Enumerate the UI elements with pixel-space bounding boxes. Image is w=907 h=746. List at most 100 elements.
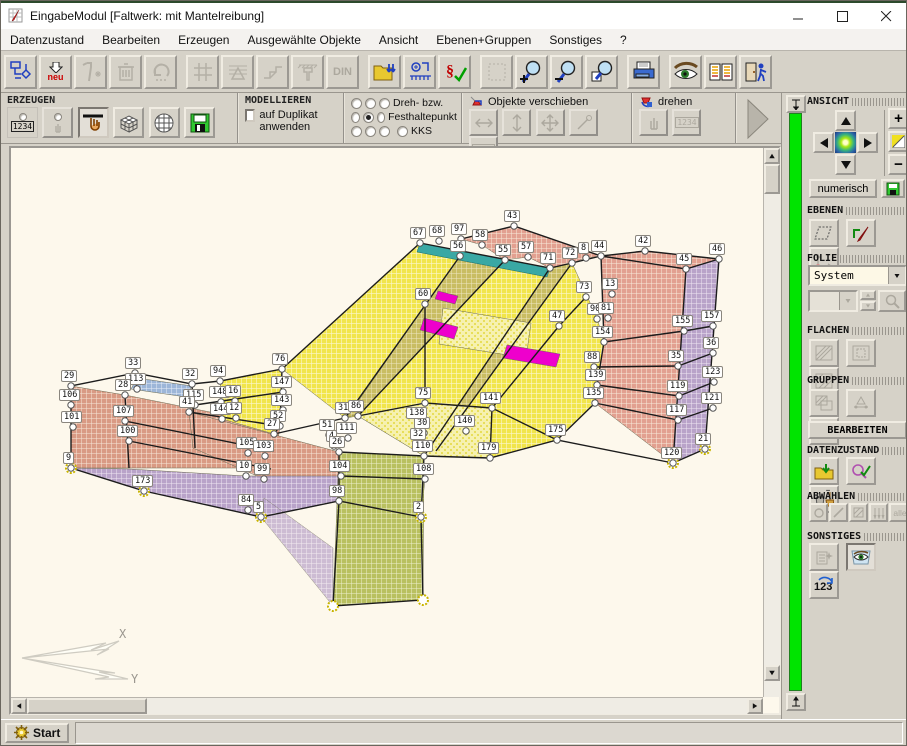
model-node[interactable] (122, 418, 128, 424)
move-vector-button[interactable] (569, 109, 598, 136)
deselect-all-button[interactable]: alle (889, 503, 907, 522)
menu-datenzustand[interactable]: Datenzustand (1, 31, 93, 49)
edit-plane-button[interactable] (846, 219, 876, 247)
check-data-button[interactable] (846, 457, 876, 485)
model-node[interactable] (716, 256, 722, 262)
model-node[interactable] (280, 389, 286, 395)
deselect-loads-button[interactable] (869, 503, 888, 522)
folie-search-button[interactable] (878, 290, 906, 312)
renumber-button[interactable]: 123 (809, 571, 839, 599)
model-node[interactable] (186, 409, 192, 415)
numeric-create-button[interactable]: 1234 (7, 107, 38, 138)
model-node[interactable] (592, 400, 598, 406)
model-node[interactable] (243, 473, 249, 479)
maximize-button[interactable] (820, 3, 864, 29)
group-faces-button[interactable] (809, 389, 839, 417)
model-node[interactable] (547, 265, 553, 271)
move-x-button[interactable] (469, 109, 498, 136)
model-node[interactable] (271, 431, 277, 437)
menu-ebenen-gruppen[interactable]: Ebenen+Gruppen (427, 31, 540, 49)
model-node[interactable] (710, 350, 716, 356)
model-node[interactable] (219, 416, 225, 422)
scroll-up-button[interactable] (764, 148, 780, 164)
norms-button[interactable]: § (438, 55, 471, 89)
model-node[interactable] (502, 257, 508, 263)
anchor-node[interactable] (328, 601, 338, 611)
deselect-faces-button[interactable] (849, 503, 868, 522)
point-radio-5[interactable] (363, 112, 374, 123)
bearbeiten-button[interactable]: BEARBEITEN (808, 421, 907, 439)
horizontal-scrollbar[interactable] (11, 697, 763, 714)
duplicate-checkbox[interactable] (245, 109, 255, 122)
point-radio-9[interactable] (379, 126, 390, 137)
face-hatch-button[interactable] (809, 339, 839, 367)
model-node[interactable] (681, 328, 687, 334)
model-node[interactable] (261, 476, 267, 482)
exit-button[interactable] (739, 55, 772, 89)
plane-button[interactable] (809, 219, 839, 247)
model-node[interactable] (189, 381, 195, 387)
model-node[interactable] (336, 449, 342, 455)
scroll-right-button[interactable] (747, 698, 763, 714)
folie-sub-select[interactable] (808, 290, 858, 312)
model-node[interactable] (436, 238, 442, 244)
kks-radio[interactable] (397, 126, 408, 137)
model-node[interactable] (569, 260, 575, 266)
numeric-view-button[interactable]: numerisch (809, 179, 877, 198)
pin-panel-button[interactable] (786, 95, 806, 113)
menu-ausgewaehlte-objekte[interactable]: Ausgewählte Objekte (238, 31, 369, 49)
view-button[interactable] (669, 55, 702, 89)
start-button[interactable]: Start (5, 723, 69, 743)
model-node[interactable] (591, 364, 597, 370)
open-project-button[interactable] (368, 55, 401, 89)
model-node[interactable] (711, 379, 717, 385)
model-node[interactable] (338, 473, 344, 479)
close-button[interactable] (864, 3, 907, 29)
delete-button[interactable] (109, 55, 142, 89)
model-node[interactable] (670, 460, 676, 466)
move-free-button[interactable] (536, 109, 565, 136)
model-node[interactable] (676, 393, 682, 399)
zoom-plus-button[interactable]: + (888, 108, 907, 129)
model-node[interactable] (421, 453, 427, 459)
new-button[interactable]: neu (39, 55, 72, 89)
model-node[interactable] (594, 382, 600, 388)
model-node[interactable] (556, 323, 562, 329)
save-mesh-button[interactable] (184, 107, 215, 138)
point-radio-8[interactable] (365, 126, 376, 137)
model-node[interactable] (583, 294, 589, 300)
model-node[interactable] (463, 428, 469, 434)
profile-button[interactable] (256, 55, 289, 89)
folie-dropdown-arrow-icon[interactable] (888, 267, 905, 284)
model-node[interactable] (232, 398, 238, 404)
model-node[interactable] (217, 378, 223, 384)
mesh-button[interactable] (221, 55, 254, 89)
block-mesh-button[interactable] (113, 107, 144, 138)
undo-button[interactable] (144, 55, 177, 89)
view-left-button[interactable] (813, 132, 834, 153)
grid-button[interactable] (186, 55, 219, 89)
model-node[interactable] (511, 223, 517, 229)
unpin-panel-button[interactable] (786, 693, 806, 711)
menu-bearbeiten[interactable]: Bearbeiten (93, 31, 169, 49)
visibility-button[interactable] (846, 543, 876, 571)
model-node[interactable] (70, 424, 76, 430)
print-button[interactable] (627, 55, 660, 89)
zoom-in-button[interactable] (515, 55, 548, 89)
zoom-out-button[interactable] (550, 55, 583, 89)
model-node[interactable] (417, 441, 423, 447)
model-node[interactable] (418, 514, 424, 520)
model-node[interactable] (331, 443, 337, 449)
scroll-down-button[interactable] (764, 665, 780, 681)
menu-erzeugen[interactable]: Erzeugen (169, 31, 238, 49)
folie-select[interactable]: System (808, 265, 907, 286)
model-node[interactable] (192, 402, 198, 408)
model-node[interactable] (487, 455, 493, 461)
point-radio-7[interactable] (351, 126, 362, 137)
vertical-scrollbar[interactable] (763, 148, 780, 697)
point-radio-1[interactable] (351, 98, 362, 109)
point-radio-6[interactable] (377, 112, 386, 123)
model-node[interactable] (525, 254, 531, 260)
model-node[interactable] (280, 407, 286, 413)
draw-line-tool-button[interactable] (78, 107, 109, 138)
